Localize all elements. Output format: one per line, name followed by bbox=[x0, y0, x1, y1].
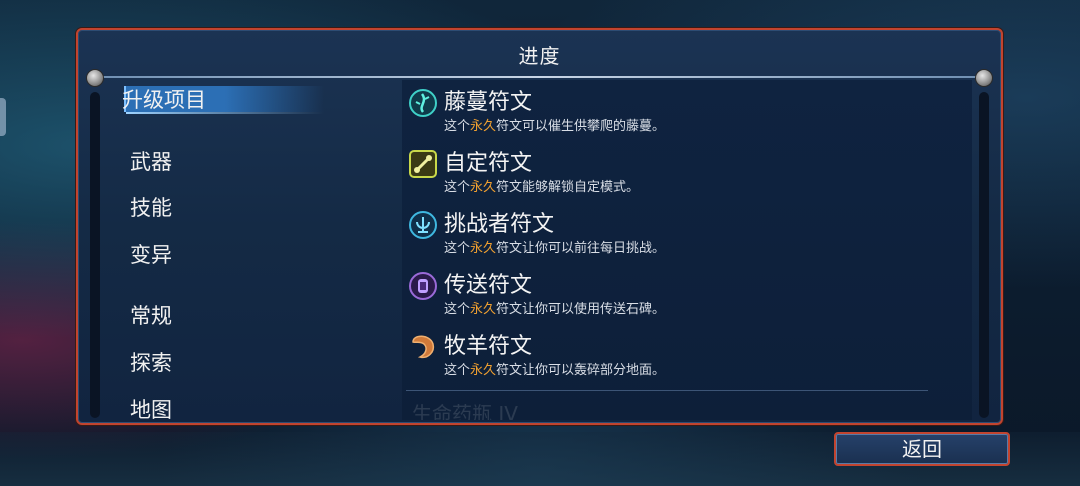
category-general[interactable]: 常规 bbox=[130, 300, 172, 330]
challenger-rune-icon bbox=[409, 211, 437, 239]
left-scrollbar[interactable] bbox=[90, 92, 100, 418]
category-weapons[interactable]: 武器 bbox=[130, 146, 172, 176]
item-name: 自定符文 bbox=[444, 151, 533, 176]
list-item[interactable]: 牧羊符文 这个永久符文让你可以轰碎部分地面。 bbox=[406, 328, 946, 386]
item-name: 挑战者符文 bbox=[444, 212, 555, 237]
panel-title: 进度 bbox=[518, 44, 561, 68]
list-item[interactable]: 挑战者符文 这个永久符文让你可以前往每日挑战。 bbox=[406, 206, 946, 264]
category-skills[interactable]: 技能 bbox=[130, 192, 172, 222]
teleport-rune-icon bbox=[409, 272, 437, 300]
item-description: 这个永久符文让你可以前往每日挑战。 bbox=[444, 241, 666, 256]
item-description: 这个永久符文能够解锁自定模式。 bbox=[444, 180, 640, 195]
item-name: 传送符文 bbox=[444, 273, 533, 298]
item-description: 这个永久符文可以催生供攀爬的藤蔓。 bbox=[444, 119, 666, 134]
list-divider bbox=[406, 390, 928, 391]
item-description: 这个永久符文让你可以使用传送石碑。 bbox=[444, 302, 666, 317]
back-button[interactable]: 返回 bbox=[834, 432, 1010, 466]
category-mutations[interactable]: 变异 bbox=[130, 239, 172, 269]
list-item[interactable]: 藤蔓符文 这个永久符文可以催生供攀爬的藤蔓。 bbox=[406, 84, 946, 142]
item-description: 这个永久符文让你可以轰碎部分地面。 bbox=[444, 363, 666, 378]
right-scrollbar[interactable] bbox=[979, 92, 989, 418]
custom-rune-icon bbox=[409, 150, 437, 178]
faded-list-item[interactable]: 生命药瓶 IV bbox=[412, 398, 518, 420]
item-name: 牧羊符文 bbox=[444, 334, 533, 359]
category-list: 升级项目 武器 技能 变异 常规 探索 地图 bbox=[118, 80, 388, 422]
progress-panel: 进度 升级项目 武器 技能 变异 常规 探索 地图 藤蔓符文 这个永久符文可以催… bbox=[76, 28, 1003, 425]
ram-rune-icon bbox=[412, 335, 435, 359]
item-name: 藤蔓符文 bbox=[444, 90, 533, 115]
category-upgrades[interactable]: 升级项目 bbox=[122, 84, 206, 114]
right-knob bbox=[975, 69, 993, 87]
list-item[interactable]: 传送符文 这个永久符文让你可以使用传送石碑。 bbox=[406, 267, 946, 325]
category-map[interactable]: 地图 bbox=[130, 394, 172, 424]
side-edge-tab bbox=[0, 98, 6, 136]
left-knob bbox=[86, 69, 104, 87]
vine-rune-icon bbox=[409, 89, 437, 117]
category-exploration[interactable]: 探索 bbox=[130, 347, 172, 377]
item-list: 藤蔓符文 这个永久符文可以催生供攀爬的藤蔓。 自定符文 这个永久符文能够解锁自定… bbox=[402, 80, 972, 420]
list-item[interactable]: 自定符文 这个永久符文能够解锁自定模式。 bbox=[406, 145, 946, 203]
title-divider bbox=[98, 76, 981, 78]
